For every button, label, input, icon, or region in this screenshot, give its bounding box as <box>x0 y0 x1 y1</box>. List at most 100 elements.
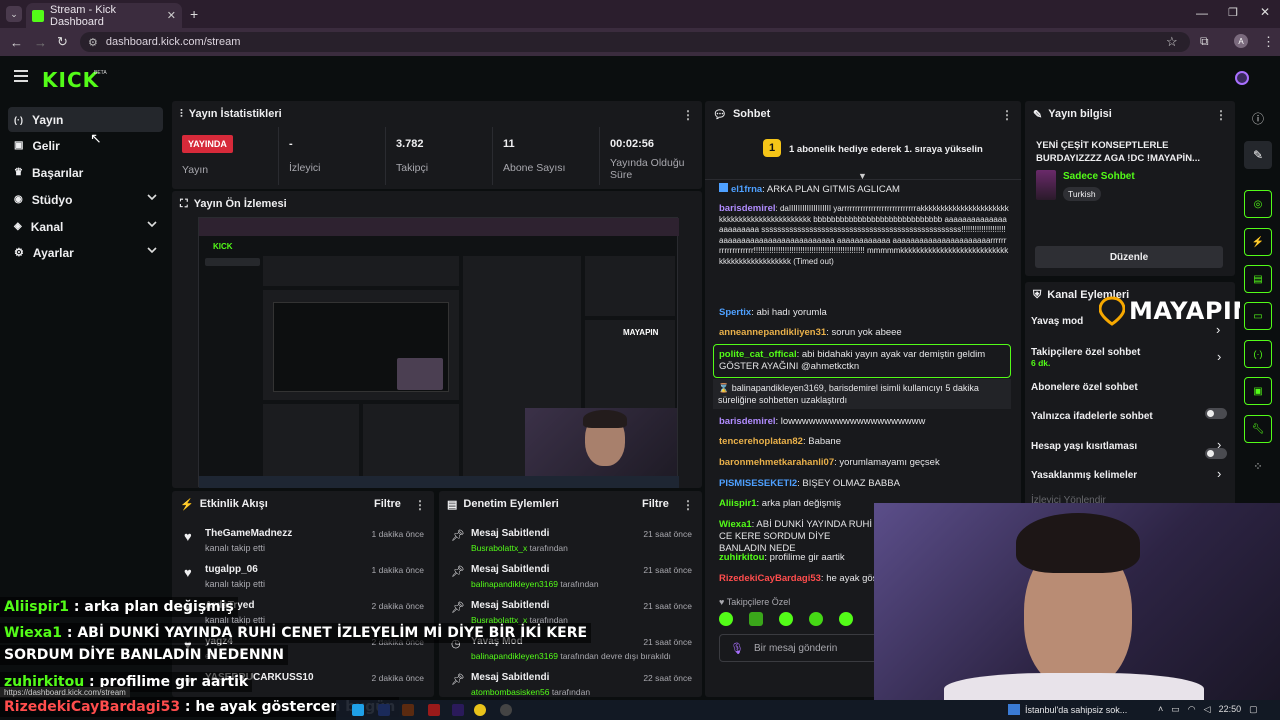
chat-username[interactable]: PISMISESEKETI2 <box>719 478 797 489</box>
chat-username[interactable]: polite_cat_offical <box>719 349 797 360</box>
lightning-tool-icon[interactable]: ⚡ <box>1244 228 1272 256</box>
chat-username[interactable]: zuhirkitou <box>719 552 764 563</box>
chat-more-icon[interactable]: ⋮ <box>1001 108 1013 122</box>
moderation-filter-button[interactable]: Filtre <box>642 498 669 510</box>
wifi-icon[interactable]: ◠ <box>1188 704 1196 715</box>
browser-menu-icon[interactable]: ⋮ <box>1262 34 1275 50</box>
chat-username[interactable]: el1frna <box>731 184 762 195</box>
emote-icon[interactable] <box>749 612 763 626</box>
activity-more-icon[interactable]: ⋮ <box>414 498 426 512</box>
moderation-user[interactable]: Busrabolattx_x <box>471 543 527 553</box>
emote-icon[interactable] <box>809 612 823 626</box>
clock[interactable]: 22:50 <box>1219 704 1242 715</box>
chat-tool-icon[interactable]: ▭ <box>1244 302 1272 330</box>
microphone-icon[interactable]: 🎙︎ <box>730 642 744 655</box>
wrench-tool-icon[interactable]: 🔧︎ <box>1244 415 1272 443</box>
url-bar[interactable]: ⚙ dashboard.kick.com/stream <box>80 32 1190 52</box>
channel-action-account-age[interactable]: Hesap yaşı kısıtlaması <box>1031 441 1137 452</box>
sidebar-item-kanal[interactable]: ◈ Kanal <box>8 214 163 239</box>
browser-tab[interactable]: Stream - Kick Dashboard ✕ <box>26 3 182 28</box>
broadcast-tool-icon[interactable]: (·) <box>1244 340 1272 368</box>
new-tab-icon[interactable]: + <box>190 6 198 22</box>
taskbar-weather[interactable]: İstanbul'da sahipsiz sok... <box>1008 704 1127 715</box>
volume-icon[interactable]: ◁ <box>1204 704 1211 715</box>
layout-tool-icon[interactable]: ▣ <box>1244 377 1272 405</box>
moderation-user[interactable]: balinapandikleyen3169 <box>471 651 558 661</box>
activity-user[interactable]: TheGameMadnezz <box>205 528 292 539</box>
channel-action-subscribers-only[interactable]: Abonelere özel sohbet <box>1031 382 1138 393</box>
chevron-up-icon[interactable]: ˄ <box>1158 704 1163 715</box>
chat-username[interactable]: RizedekiCayBardagi53 <box>719 573 821 584</box>
edit-stream-info-button[interactable]: Düzenle <box>1035 246 1223 268</box>
bookmark-star-icon[interactable]: ☆ <box>1166 34 1178 50</box>
tab-list-icon[interactable]: ⌄ <box>6 6 22 22</box>
chat-username[interactable]: barisdemirel <box>719 204 776 214</box>
obs-icon[interactable] <box>500 704 512 716</box>
edge-icon[interactable] <box>352 704 364 716</box>
premiere-icon[interactable] <box>452 704 464 716</box>
reload-icon[interactable]: ↻ <box>57 34 68 50</box>
sidebar-item-yayin[interactable]: (·) Yayın <box>8 107 163 132</box>
site-info-icon[interactable]: ⚙ <box>88 36 98 49</box>
emote-icon[interactable] <box>779 612 793 626</box>
chat-username[interactable]: baronmehmetkarahanli07 <box>719 457 834 468</box>
stream-preview-video[interactable]: KICK MAYAPIN <box>198 217 679 488</box>
emote-icon[interactable] <box>839 612 853 626</box>
photoshop-icon[interactable] <box>378 704 390 716</box>
channel-action-followers-only[interactable]: Takipçilere özel sohbet 6 dk. <box>1031 347 1140 368</box>
chevron-right-icon[interactable]: › <box>1217 349 1221 364</box>
moderation-user[interactable]: balinapandikleyen3169 <box>471 579 558 589</box>
more-tools-icon[interactable]: ⁘ <box>1244 452 1272 480</box>
chevron-right-icon[interactable]: › <box>1216 322 1220 337</box>
extensions-icon[interactable]: ⧉ <box>1200 34 1209 49</box>
sidebar-item-studyo[interactable]: ◉ Stüdyo <box>8 187 163 212</box>
activity-filter-button[interactable]: Filtre <box>374 498 401 510</box>
category-name[interactable]: Sadece Sohbet <box>1063 171 1135 182</box>
chevron-right-icon[interactable]: › <box>1217 437 1221 452</box>
sidebar-item-gelir[interactable]: ▣ Gelir <box>8 133 163 158</box>
channel-action-emote-only[interactable]: Yalnızca ifadelerle sohbet <box>1031 411 1153 422</box>
restore-icon[interactable]: ❐ <box>1228 6 1238 19</box>
kick-logo[interactable]: KICK <box>42 68 99 92</box>
subscribers-only-toggle[interactable] <box>1205 408 1227 419</box>
chat-username[interactable]: tencerehoplatan82 <box>719 436 803 447</box>
chat-username[interactable]: Aliispir1 <box>719 498 757 509</box>
notification-icon[interactable]: ▢ <box>1249 704 1258 715</box>
chevron-right-icon[interactable]: › <box>1217 466 1221 481</box>
profile-avatar[interactable]: A <box>1234 34 1248 48</box>
pencil-icon: ✎ <box>1033 108 1043 121</box>
document-tool-icon[interactable]: ▤ <box>1244 265 1272 293</box>
sidebar-item-basarilar[interactable]: ♛ Başarılar <box>8 160 163 185</box>
chat-username[interactable]: anneannepandikliyen31 <box>719 327 826 338</box>
moderation-more-icon[interactable]: ⋮ <box>682 498 694 512</box>
hamburger-menu-icon[interactable] <box>14 70 28 82</box>
moderation-user[interactable]: atombombasisken56 <box>471 687 549 697</box>
emote-icon[interactable] <box>719 612 733 626</box>
activity-user[interactable]: tugalpp_06 <box>205 564 258 575</box>
info-icon[interactable]: ⓘ <box>1244 104 1272 132</box>
minimize-icon[interactable]: — <box>1196 6 1208 20</box>
chrome-icon[interactable] <box>474 704 486 716</box>
stream-info-more-icon[interactable]: ⋮ <box>1215 108 1227 122</box>
chat-username[interactable]: Spertix <box>719 307 751 318</box>
app-icon[interactable] <box>428 704 440 716</box>
illustrator-icon[interactable] <box>402 704 414 716</box>
category-thumbnail[interactable] <box>1036 170 1056 200</box>
emote-only-toggle[interactable] <box>1205 448 1227 459</box>
pinned-gift-text[interactable]: 1 abonelik hediye ederek 1. sıraya yükse… <box>789 144 983 155</box>
forward-icon[interactable]: → <box>34 35 47 50</box>
pencil-tool-icon[interactable]: ✎ <box>1244 141 1272 169</box>
stats-more-icon[interactable]: ⋮ <box>682 108 694 122</box>
chat-username[interactable]: barisdemirel <box>719 416 776 427</box>
back-icon[interactable]: ← <box>10 35 23 50</box>
lightning-icon: ⚡ <box>180 498 194 511</box>
chat-username[interactable]: Wiexa1 <box>719 519 752 530</box>
sidebar-item-ayarlar[interactable]: ⚙ Ayarlar <box>8 240 163 265</box>
network-icon[interactable]: ▭ <box>1171 704 1180 715</box>
channel-action-slow-mode[interactable]: Yavaş mod <box>1031 316 1083 327</box>
target-icon[interactable]: ◎ <box>1244 190 1272 218</box>
channel-action-banned-words[interactable]: Yasaklanmış kelimeler <box>1031 470 1137 481</box>
user-avatar[interactable] <box>1235 71 1249 85</box>
close-window-icon[interactable]: ✕ <box>1260 5 1270 19</box>
close-tab-icon[interactable]: ✕ <box>167 9 176 22</box>
